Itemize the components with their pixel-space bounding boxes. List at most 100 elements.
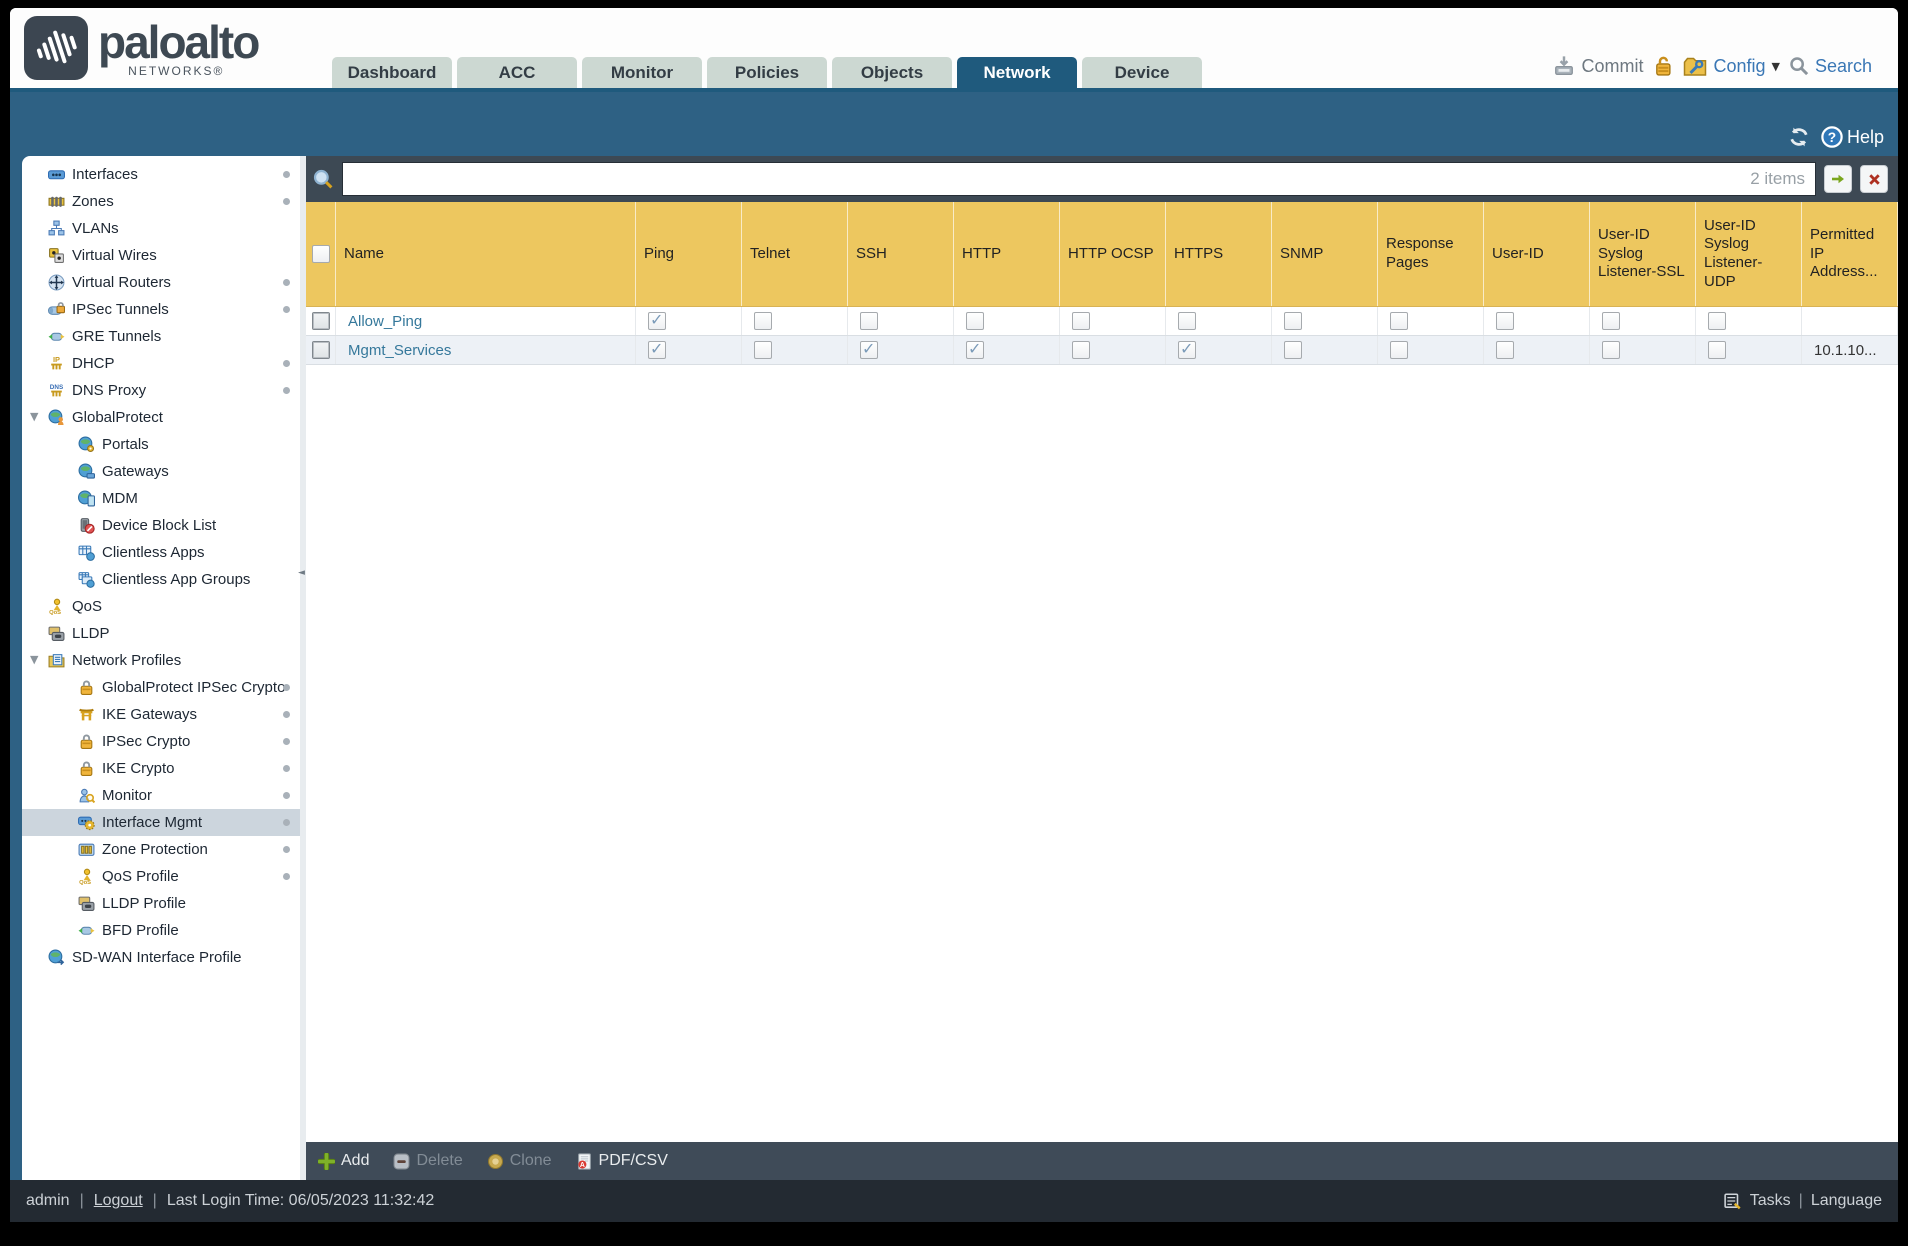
logout-link[interactable]: Logout xyxy=(94,1192,143,1210)
sidebar-item-dns-proxy[interactable]: DNS Proxy xyxy=(22,377,300,404)
tab-network[interactable]: Network xyxy=(957,57,1077,88)
clear-filter-button[interactable] xyxy=(1860,165,1888,193)
commit-button[interactable]: Commit xyxy=(1553,55,1643,77)
profile-name-link[interactable]: Mgmt_Services xyxy=(348,342,451,359)
https-checkbox[interactable] xyxy=(1178,339,1196,359)
sidebar-item-globalprotect[interactable]: ▼ GlobalProtect xyxy=(22,404,300,431)
sidebar-item-mdm[interactable]: MDM xyxy=(22,485,300,512)
sidebar-item-gre-tunnels[interactable]: GRE Tunnels xyxy=(22,323,300,350)
sidebar-item-vlans[interactable]: VLANs xyxy=(22,215,300,242)
tab-monitor[interactable]: Monitor xyxy=(582,57,702,88)
column-header-user-id[interactable]: User-ID xyxy=(1484,202,1590,306)
ssh-checkbox[interactable] xyxy=(860,339,878,359)
filter-input[interactable] xyxy=(343,165,1751,193)
response-pages-checkbox[interactable] xyxy=(1390,312,1408,330)
search-button[interactable]: Search xyxy=(1789,56,1872,77)
snmp-checkbox[interactable] xyxy=(1284,341,1302,359)
paloalto-logo: paloalto NETWORKS® xyxy=(24,16,260,80)
profile-name-link[interactable]: Allow_Ping xyxy=(348,313,422,330)
tasks-button[interactable]: Tasks xyxy=(1750,1192,1791,1210)
user-id-checkbox[interactable] xyxy=(1496,312,1514,330)
tab-policies[interactable]: Policies xyxy=(707,57,827,88)
sidebar-item-zones[interactable]: Zones xyxy=(22,188,300,215)
tab-dashboard[interactable]: Dashboard xyxy=(332,57,452,88)
sidebar-item-portals[interactable]: Portals xyxy=(22,431,300,458)
sidebar-item-dhcp[interactable]: DHCP xyxy=(22,350,300,377)
column-header-ping[interactable]: Ping xyxy=(636,202,742,306)
http-checkbox[interactable] xyxy=(966,312,984,330)
sidebar-item-zone-protection[interactable]: Zone Protection xyxy=(22,836,300,863)
telnet-checkbox[interactable] xyxy=(754,312,772,330)
sidebar-item-qos[interactable]: QoS xyxy=(22,593,300,620)
user-id-syslog-listener-ssl-checkbox[interactable] xyxy=(1602,341,1620,359)
column-header-user-id-syslog-listener-ssl[interactable]: User-ID Syslog Listener-SSL xyxy=(1590,202,1696,306)
ping-checkbox[interactable] xyxy=(648,339,666,359)
lock-icon[interactable] xyxy=(1652,55,1674,77)
http-ocsp-checkbox[interactable] xyxy=(1072,312,1090,330)
collapse-sidebar-icon[interactable]: ◄ xyxy=(298,568,305,578)
sidebar-item-monitor[interactable]: Monitor xyxy=(22,782,300,809)
row-select-checkbox[interactable] xyxy=(311,312,330,330)
user-id-syslog-listener-udp-checkbox[interactable] xyxy=(1708,341,1726,359)
https-checkbox[interactable] xyxy=(1178,312,1196,330)
config-menu-button[interactable]: Config ▼ xyxy=(1683,54,1780,78)
pdf-csv-button[interactable]: PDF/CSV xyxy=(576,1152,668,1170)
sidebar-item-device-block-list[interactable]: Device Block List xyxy=(22,512,300,539)
expand-triangle-icon[interactable]: ▼ xyxy=(30,411,38,422)
sidebar-item-ipsec-crypto[interactable]: IPSec Crypto xyxy=(22,728,300,755)
sidebar-item-lldp[interactable]: LLDP xyxy=(22,620,300,647)
sidebar-item-ike-crypto[interactable]: IKE Crypto xyxy=(22,755,300,782)
column-header-http-ocsp[interactable]: HTTP OCSP xyxy=(1060,202,1166,306)
sidebar-item-ike-gateways[interactable]: IKE Gateways xyxy=(22,701,300,728)
tab-objects[interactable]: Objects xyxy=(832,57,952,88)
column-header-ssh[interactable]: SSH xyxy=(848,202,954,306)
sidebar-item-clientless-app-groups[interactable]: Clientless App Groups xyxy=(22,566,300,593)
expand-triangle-icon[interactable]: ▼ xyxy=(30,654,38,665)
add-button[interactable]: Add xyxy=(318,1152,369,1170)
apply-filter-button[interactable] xyxy=(1824,165,1852,193)
ipsec-tunnels-icon xyxy=(48,301,65,318)
column-header-https[interactable]: HTTPS xyxy=(1166,202,1272,306)
sidebar-item-network-profiles[interactable]: ▼ Network Profiles xyxy=(22,647,300,674)
language-button[interactable]: Language xyxy=(1811,1192,1882,1210)
user-id-checkbox[interactable] xyxy=(1496,341,1514,359)
ssh-checkbox[interactable] xyxy=(860,312,878,330)
refresh-icon[interactable] xyxy=(1789,127,1809,147)
column-header-user-id-syslog-listener-udp[interactable]: User-ID Syslog Listener-UDP xyxy=(1696,202,1802,306)
sidebar-item-globalprotect-ipsec-crypto[interactable]: GlobalProtect IPSec Crypto xyxy=(22,674,300,701)
sidebar-splitter[interactable]: ◄ xyxy=(298,156,306,1180)
telnet-checkbox[interactable] xyxy=(754,341,772,359)
zone-protection-icon xyxy=(78,841,95,858)
sidebar-item-qos-profile[interactable]: QoS Profile xyxy=(22,863,300,890)
http-ocsp-checkbox[interactable] xyxy=(1072,341,1090,359)
sidebar-item-clientless-apps[interactable]: Clientless Apps xyxy=(22,539,300,566)
sidebar-item-ipsec-tunnels[interactable]: IPSec Tunnels xyxy=(22,296,300,323)
sidebar-item-interface-mgmt[interactable]: Interface Mgmt xyxy=(22,809,300,836)
sidebar-item-lldp-profile[interactable]: LLDP Profile xyxy=(22,890,300,917)
column-header-telnet[interactable]: Telnet xyxy=(742,202,848,306)
sidebar-item-interfaces[interactable]: Interfaces xyxy=(22,161,300,188)
column-header-response-pages[interactable]: Response Pages xyxy=(1378,202,1484,306)
select-all-checkbox[interactable] xyxy=(311,245,330,263)
sidebar-item-gateways[interactable]: Gateways xyxy=(22,458,300,485)
monitor-icon xyxy=(78,787,95,804)
sidebar-item-virtual-routers[interactable]: Virtual Routers xyxy=(22,269,300,296)
vsys-dot-icon xyxy=(283,360,290,367)
snmp-checkbox[interactable] xyxy=(1284,312,1302,330)
column-header-http[interactable]: HTTP xyxy=(954,202,1060,306)
ping-checkbox[interactable] xyxy=(648,310,666,330)
help-button[interactable]: Help xyxy=(1821,126,1884,148)
tab-acc[interactable]: ACC xyxy=(457,57,577,88)
http-checkbox[interactable] xyxy=(966,339,984,359)
tab-device[interactable]: Device xyxy=(1082,57,1202,88)
sidebar-item-bfd-profile[interactable]: BFD Profile xyxy=(22,917,300,944)
row-select-checkbox[interactable] xyxy=(311,341,330,359)
sidebar-item-virtual-wires[interactable]: Virtual Wires xyxy=(22,242,300,269)
column-header-permitted-ip-address[interactable]: Permitted IP Address... xyxy=(1802,202,1898,306)
column-header-name[interactable]: Name xyxy=(336,202,636,306)
response-pages-checkbox[interactable] xyxy=(1390,341,1408,359)
column-header-snmp[interactable]: SNMP xyxy=(1272,202,1378,306)
user-id-syslog-listener-ssl-checkbox[interactable] xyxy=(1602,312,1620,330)
sidebar-item-sd-wan-interface-profile[interactable]: SD-WAN Interface Profile xyxy=(22,944,300,971)
user-id-syslog-listener-udp-checkbox[interactable] xyxy=(1708,312,1726,330)
